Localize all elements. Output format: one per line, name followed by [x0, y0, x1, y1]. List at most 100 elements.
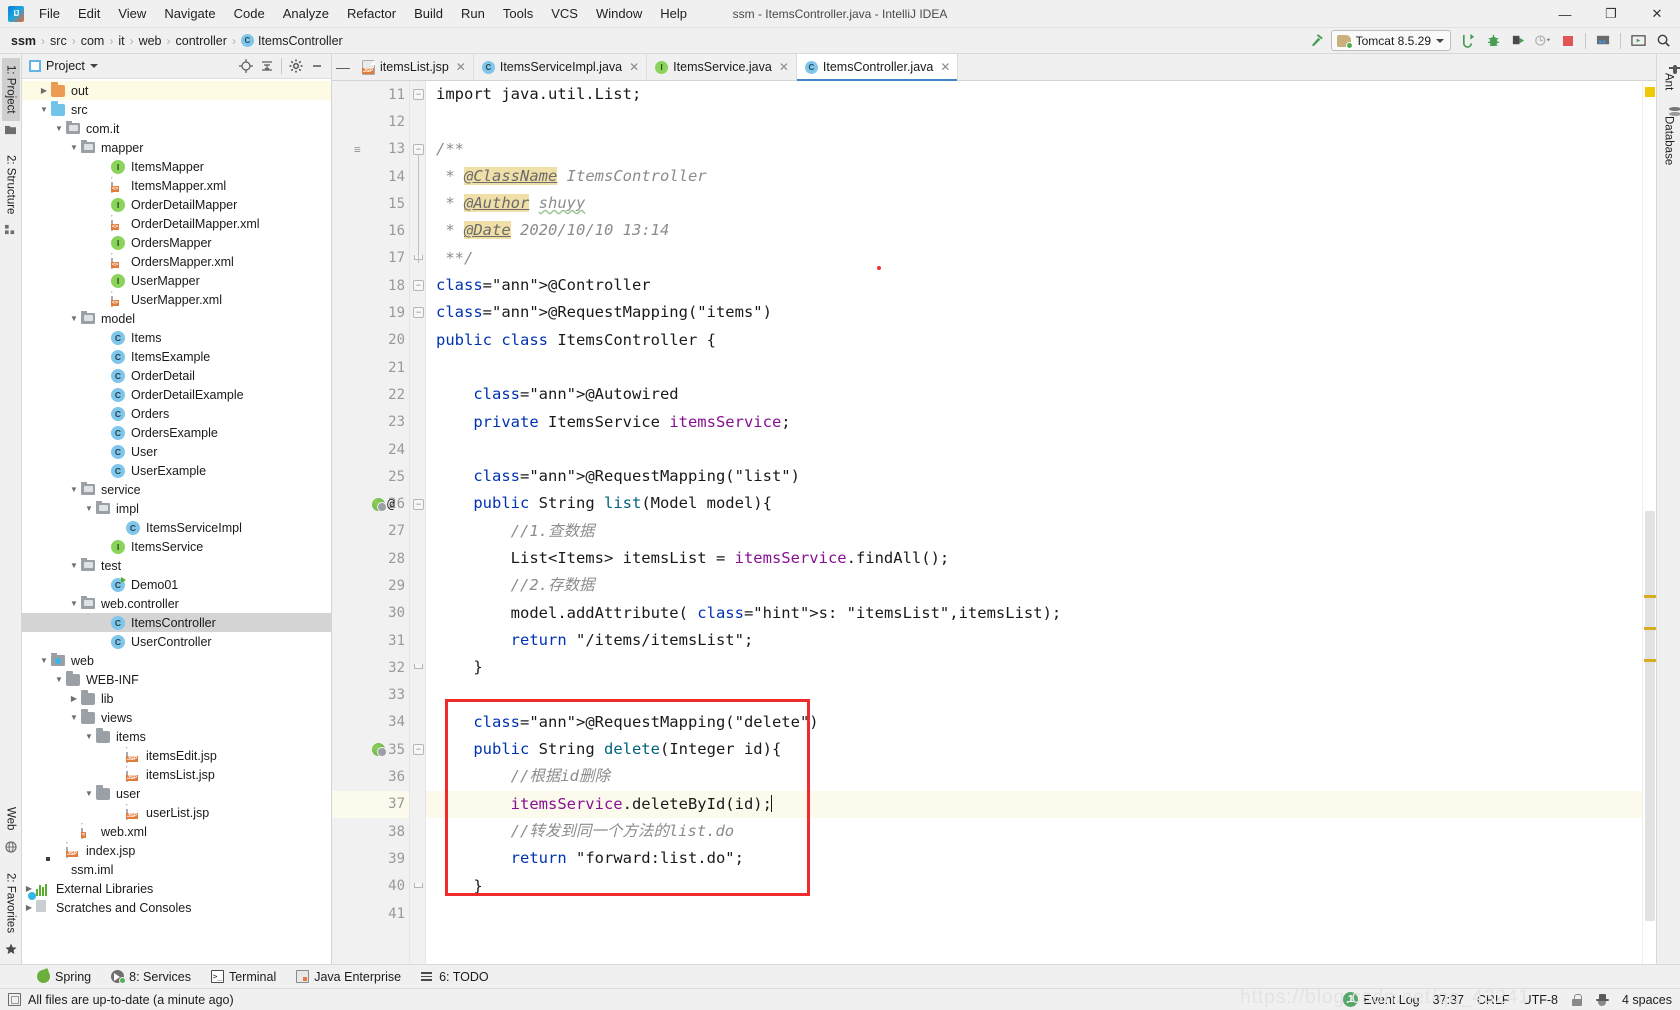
- run-with-coverage-button[interactable]: [1507, 30, 1529, 52]
- spring-mvc-mapping-icon[interactable]: [372, 743, 387, 758]
- menu-analyze[interactable]: Analyze: [274, 3, 338, 24]
- gutter-line-20[interactable]: 20: [332, 327, 409, 354]
- tree-node-itemslist-jsp[interactable]: JSP itemsList.jsp: [22, 765, 331, 784]
- gutter-line-41[interactable]: 41: [332, 900, 409, 927]
- chevron-down-icon[interactable]: ▼: [67, 713, 81, 722]
- rail-tab-structure[interactable]: 2: Structure: [2, 148, 20, 221]
- source-code[interactable]: import java.util.List; /** * @ClassName I…: [426, 81, 1642, 964]
- chevron-down-icon[interactable]: ▼: [52, 124, 66, 133]
- tree-node-web[interactable]: ▼ web: [22, 651, 331, 670]
- tree-node-web-xml[interactable]: < web.xml: [22, 822, 331, 841]
- status-info-icon[interactable]: [8, 993, 21, 1006]
- code-line-22[interactable]: class="ann">@Autowired: [436, 381, 1642, 408]
- search-everywhere-icon[interactable]: [1652, 30, 1674, 52]
- tree-node-index-jsp[interactable]: JSP index.jsp: [22, 841, 331, 860]
- gutter-line-12[interactable]: 12: [332, 108, 409, 135]
- tree-node-orderdetailmapper-xml[interactable]: <> OrderDetailMapper.xml: [22, 214, 331, 233]
- run-button[interactable]: [1457, 30, 1479, 52]
- tree-node-orderdetailmapper[interactable]: I OrderDetailMapper: [22, 195, 331, 214]
- tree-node-orderdetail[interactable]: C OrderDetail: [22, 366, 331, 385]
- close-icon[interactable]: ✕: [940, 60, 950, 74]
- gutter-line-22[interactable]: 22: [332, 381, 409, 408]
- tree-node-usercontroller[interactable]: C UserController: [22, 632, 331, 651]
- menu-build[interactable]: Build: [405, 3, 452, 24]
- chevron-right-icon[interactable]: ▶: [22, 903, 36, 912]
- tree-node-impl[interactable]: ▼ impl: [22, 499, 331, 518]
- code-line-20[interactable]: public class ItemsController {: [436, 327, 1642, 354]
- tree-node-test[interactable]: ▼ test: [22, 556, 331, 575]
- project-structure-icon[interactable]: [1592, 30, 1614, 52]
- tree-node-lib[interactable]: ▶ lib: [22, 689, 331, 708]
- fold-toggle-line-19[interactable]: −: [413, 307, 424, 319]
- chevron-down-icon[interactable]: ▼: [67, 599, 81, 608]
- fold-toggle-line-26[interactable]: −: [413, 498, 424, 510]
- gutter-line-40[interactable]: 40: [332, 873, 409, 900]
- code-line-34[interactable]: class="ann">@RequestMapping("delete"): [436, 709, 1642, 736]
- chevron-down-icon[interactable]: ▼: [67, 314, 81, 323]
- chevron-down-icon[interactable]: ▼: [67, 485, 81, 494]
- tree-node-model[interactable]: ▼ model: [22, 309, 331, 328]
- line-number-gutter[interactable]: 11 12 ≡ 13 14 15 16 17 18 19 20 21 22 23 24 25 @26 27 28 29…: [332, 81, 410, 964]
- menu-run[interactable]: Run: [452, 3, 494, 24]
- chevron-down-icon[interactable]: ▼: [82, 789, 96, 798]
- gutter-line-32[interactable]: 32: [332, 654, 409, 681]
- gutter-line-27[interactable]: 27: [332, 518, 409, 545]
- menu-navigate[interactable]: Navigate: [155, 3, 224, 24]
- indent-setting[interactable]: 4 spaces: [1622, 993, 1672, 1007]
- tree-node-usermapper[interactable]: I UserMapper: [22, 271, 331, 290]
- menu-bar[interactable]: File Edit View Navigate Code Analyze Ref…: [30, 0, 696, 27]
- tree-node-itemsexample[interactable]: C ItemsExample: [22, 347, 331, 366]
- breadcrumb-com[interactable]: com: [78, 33, 108, 49]
- code-line-19[interactable]: class="ann">@RequestMapping("items"): [436, 299, 1642, 326]
- code-folding-gutter[interactable]: − − − − − −: [410, 81, 426, 964]
- code-line-14[interactable]: * @ClassName ItemsController: [436, 163, 1642, 190]
- breadcrumb-itemscontroller[interactable]: C ItemsController: [238, 33, 346, 49]
- menu-view[interactable]: View: [109, 3, 155, 24]
- gutter-line-34[interactable]: 34: [332, 709, 409, 736]
- code-line-12[interactable]: [436, 108, 1642, 135]
- tree-node-orders[interactable]: C Orders: [22, 404, 331, 423]
- tree-node-usermapper-xml[interactable]: <> UserMapper.xml: [22, 290, 331, 309]
- tree-node-items[interactable]: C Items: [22, 328, 331, 347]
- close-icon[interactable]: ✕: [456, 60, 466, 74]
- tree-node-views[interactable]: ▼ views: [22, 708, 331, 727]
- menu-code[interactable]: Code: [225, 3, 274, 24]
- chevron-down-icon[interactable]: ▼: [82, 504, 96, 513]
- toolwindow-terminal[interactable]: >_ Terminal: [202, 968, 285, 986]
- code-line-35[interactable]: public String delete(Integer id){: [436, 736, 1642, 763]
- file-encoding[interactable]: UTF-8: [1523, 993, 1558, 1007]
- breadcrumb-controller[interactable]: controller: [173, 33, 230, 49]
- menu-file[interactable]: File: [30, 3, 69, 24]
- hide-panel-icon[interactable]: [307, 56, 327, 76]
- code-line-25[interactable]: class="ann">@RequestMapping("list"): [436, 463, 1642, 490]
- tab-itemscontroller-java[interactable]: C ItemsController.java ✕: [796, 54, 959, 81]
- stop-button[interactable]: [1557, 30, 1579, 52]
- breadcrumb-ssm[interactable]: ssm: [8, 33, 39, 49]
- tree-node-itemscontroller[interactable]: C ItemsController: [22, 613, 331, 632]
- code-line-31[interactable]: return "/items/itemsList";: [436, 627, 1642, 654]
- hector-icon[interactable]: [1595, 993, 1609, 1006]
- tree-node-ssm-iml[interactable]: ssm.iml: [22, 860, 331, 879]
- code-line-28[interactable]: List<Items> itemsList = itemsService.fin…: [436, 545, 1642, 572]
- tree-node-com-it[interactable]: ▼ com.it: [22, 119, 331, 138]
- tree-node-itemsmapper[interactable]: I ItemsMapper: [22, 157, 331, 176]
- fold-end-line-40[interactable]: [414, 882, 423, 888]
- code-line-18[interactable]: class="ann">@Controller: [436, 272, 1642, 299]
- gutter-line-35[interactable]: 35: [332, 736, 409, 763]
- code-line-38[interactable]: //转发到同一个方法的list.do: [436, 818, 1642, 845]
- code-line-11[interactable]: import java.util.List;: [436, 81, 1642, 108]
- gutter-line-29[interactable]: 29: [332, 572, 409, 599]
- gutter-line-23[interactable]: 23: [332, 409, 409, 436]
- gutter-line-33[interactable]: 33: [332, 682, 409, 709]
- gutter-line-38[interactable]: 38: [332, 818, 409, 845]
- toolwindow-todo[interactable]: 6: TODO: [412, 968, 498, 986]
- tree-node-service[interactable]: ▼ service: [22, 480, 331, 499]
- gutter-line-16[interactable]: 16: [332, 217, 409, 244]
- event-log-button[interactable]: 1 Event Log: [1343, 992, 1420, 1007]
- gutter-line-13[interactable]: ≡ 13: [332, 136, 409, 163]
- gutter-line-21[interactable]: 21: [332, 354, 409, 381]
- breadcrumb-it[interactable]: it: [115, 33, 127, 49]
- gutter-line-30[interactable]: 30: [332, 600, 409, 627]
- code-line-16[interactable]: * @Date 2020/10/10 13:14: [436, 217, 1642, 244]
- gutter-line-24[interactable]: 24: [332, 436, 409, 463]
